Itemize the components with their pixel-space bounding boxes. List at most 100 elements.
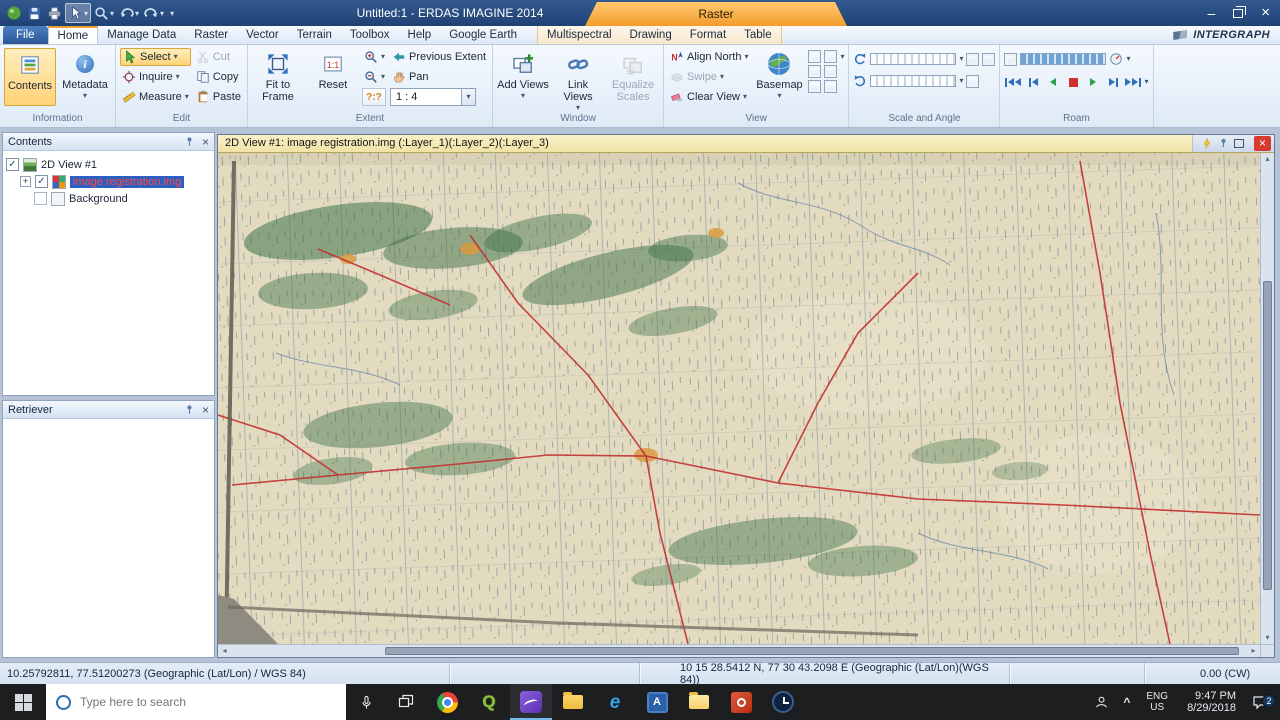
tree-item-background[interactable]: Background xyxy=(6,190,211,207)
roam-skip-end-button[interactable] xyxy=(1124,74,1142,90)
tab-file[interactable]: File xyxy=(3,26,48,44)
select-button[interactable]: Select ▾ xyxy=(120,48,191,66)
scale-combobox[interactable]: 1 : 4 ▾ xyxy=(389,88,476,106)
copy-button[interactable]: Copy xyxy=(194,68,243,86)
tree-item-2d-view[interactable]: ✓ 2D View #1 xyxy=(6,156,211,173)
pin-icon[interactable] xyxy=(184,136,195,147)
paste-button[interactable]: Paste xyxy=(194,88,243,106)
view-toggle-2-icon[interactable] xyxy=(824,50,838,63)
scale-step-icon[interactable] xyxy=(966,52,980,66)
scale-slider[interactable] xyxy=(870,53,957,65)
tab-multispectral[interactable]: Multispectral xyxy=(538,26,621,44)
vertical-scroll-thumb[interactable] xyxy=(1263,280,1272,590)
pixel-ratio-button[interactable]: ?:? xyxy=(361,88,386,106)
tab-raster[interactable]: Raster xyxy=(185,26,237,44)
print-button[interactable] xyxy=(45,3,64,23)
metadata-button[interactable]: i Metadata ▾ xyxy=(59,48,111,106)
inquire-button[interactable]: Inquire ▾ xyxy=(120,68,191,86)
minimize-button[interactable]: – xyxy=(1207,6,1215,20)
taskbar-app-clock[interactable] xyxy=(762,684,804,720)
clear-view-button[interactable]: Clear View ▾ xyxy=(668,88,750,106)
people-button[interactable] xyxy=(1087,695,1116,710)
roam-play-reverse-button[interactable] xyxy=(1044,74,1062,90)
qat-customize-button[interactable]: ▾ xyxy=(167,3,176,23)
roam-step-back-button[interactable] xyxy=(1024,74,1042,90)
map-image[interactable] xyxy=(218,152,1260,644)
taskbar-app-qgis[interactable]: Q xyxy=(468,684,510,720)
restore-button[interactable] xyxy=(1233,5,1247,18)
scroll-right-icon[interactable]: ▸ xyxy=(1247,645,1260,657)
scroll-down-icon[interactable]: ▾ xyxy=(1261,632,1274,644)
microphone-button[interactable] xyxy=(346,684,386,720)
viewer-titlebar[interactable]: 2D View #1: image registration.img (:Lay… xyxy=(218,135,1274,153)
close-icon[interactable]: × xyxy=(202,403,209,417)
pan-button[interactable]: Pan xyxy=(390,68,488,86)
view-toggle-1-icon[interactable] xyxy=(808,50,822,63)
tab-manage-data[interactable]: Manage Data xyxy=(98,26,185,44)
roam-step-forward-button[interactable] xyxy=(1104,74,1122,90)
tab-help[interactable]: Help xyxy=(399,26,441,44)
add-views-button[interactable]: Add Views ▾ xyxy=(497,48,549,106)
horizontal-scrollbar[interactable]: ◂ ▸ xyxy=(218,643,1260,657)
tab-toolbox[interactable]: Toolbox xyxy=(341,26,399,44)
roam-skip-start-button[interactable] xyxy=(1004,74,1022,90)
zoom-tool-button[interactable]: ▾ xyxy=(92,3,116,23)
search-input[interactable] xyxy=(80,695,300,709)
zoom-in-button[interactable]: ▾ xyxy=(362,48,387,66)
zoom-out-button[interactable]: ▾ xyxy=(362,68,387,86)
view-toggle-6-icon[interactable] xyxy=(824,80,838,93)
fit-to-frame-button[interactable]: Fit to Frame xyxy=(252,48,304,106)
view-toggle-4-icon[interactable] xyxy=(824,65,838,78)
taskbar-app-edge[interactable]: e xyxy=(594,684,636,720)
app-logo-button[interactable] xyxy=(4,3,24,23)
reset-button[interactable]: 1:1 Reset xyxy=(307,48,359,106)
pointer-tool-button[interactable]: ▾ xyxy=(65,3,92,23)
taskbar-app-blue[interactable]: A xyxy=(636,684,678,720)
angle-step-icon[interactable] xyxy=(966,74,980,88)
tab-drawing[interactable]: Drawing xyxy=(621,26,681,44)
task-view-button[interactable] xyxy=(386,684,426,720)
rotate-ccw-icon[interactable] xyxy=(853,52,867,66)
start-button[interactable] xyxy=(0,684,46,720)
lightning-icon[interactable] xyxy=(1201,137,1213,150)
pin-icon[interactable] xyxy=(184,404,195,415)
roam-dial-icon[interactable] xyxy=(1109,52,1123,66)
close-icon[interactable]: × xyxy=(202,135,209,149)
tree-label-background[interactable]: Background xyxy=(69,193,128,205)
measure-button[interactable]: Measure ▾ xyxy=(120,88,191,106)
close-button[interactable]: × xyxy=(1261,5,1270,20)
viewer-close-button[interactable]: × xyxy=(1254,135,1271,151)
tab-google-earth[interactable]: Google Earth xyxy=(440,26,526,44)
view-toggle-3-icon[interactable] xyxy=(808,65,822,78)
roam-speed-slider[interactable] xyxy=(1020,53,1107,65)
equalize-scales-button[interactable]: Equalize Scales xyxy=(607,48,659,106)
language-indicator[interactable]: ENG US xyxy=(1137,691,1177,713)
taskbar-app-red[interactable] xyxy=(720,684,762,720)
map-canvas[interactable] xyxy=(218,152,1260,644)
scroll-left-icon[interactable]: ◂ xyxy=(218,645,231,657)
link-views-button[interactable]: Link Views ▾ xyxy=(552,48,604,112)
undo-button[interactable]: ▾ xyxy=(117,3,141,23)
checkbox-2d-view[interactable]: ✓ xyxy=(6,158,19,171)
swipe-button[interactable]: Swipe ▾ xyxy=(668,68,750,86)
taskbar-app-file-explorer[interactable] xyxy=(552,684,594,720)
tab-vector[interactable]: Vector xyxy=(237,26,288,44)
taskbar-app-folder-2[interactable] xyxy=(678,684,720,720)
vertical-scrollbar[interactable]: ▴ ▾ xyxy=(1260,152,1274,644)
roam-stop-button[interactable] xyxy=(1064,74,1082,90)
roam-play-button[interactable] xyxy=(1084,74,1102,90)
previous-extent-button[interactable]: Previous Extent xyxy=(390,48,488,66)
taskbar-app-chrome[interactable] xyxy=(426,684,468,720)
taskbar-clock[interactable]: 9:47 PM 8/29/2018 xyxy=(1177,690,1246,715)
cut-button[interactable]: Cut xyxy=(194,48,243,66)
checkbox-image-registration[interactable]: ✓ xyxy=(35,175,48,188)
scale-dropdown-button[interactable]: ▾ xyxy=(460,89,475,105)
rotate-cw-icon[interactable] xyxy=(853,74,867,88)
tray-chevron-up-icon[interactable]: ^ xyxy=(1116,695,1137,709)
tab-format[interactable]: Format xyxy=(681,26,735,44)
tree-label-2d-view[interactable]: 2D View #1 xyxy=(41,159,97,171)
scroll-up-icon[interactable]: ▴ xyxy=(1261,153,1274,165)
contents-button[interactable]: Contents xyxy=(4,48,56,106)
tab-home[interactable]: Home xyxy=(47,26,99,44)
align-north-button[interactable]: N Align North ▾ xyxy=(668,48,750,66)
